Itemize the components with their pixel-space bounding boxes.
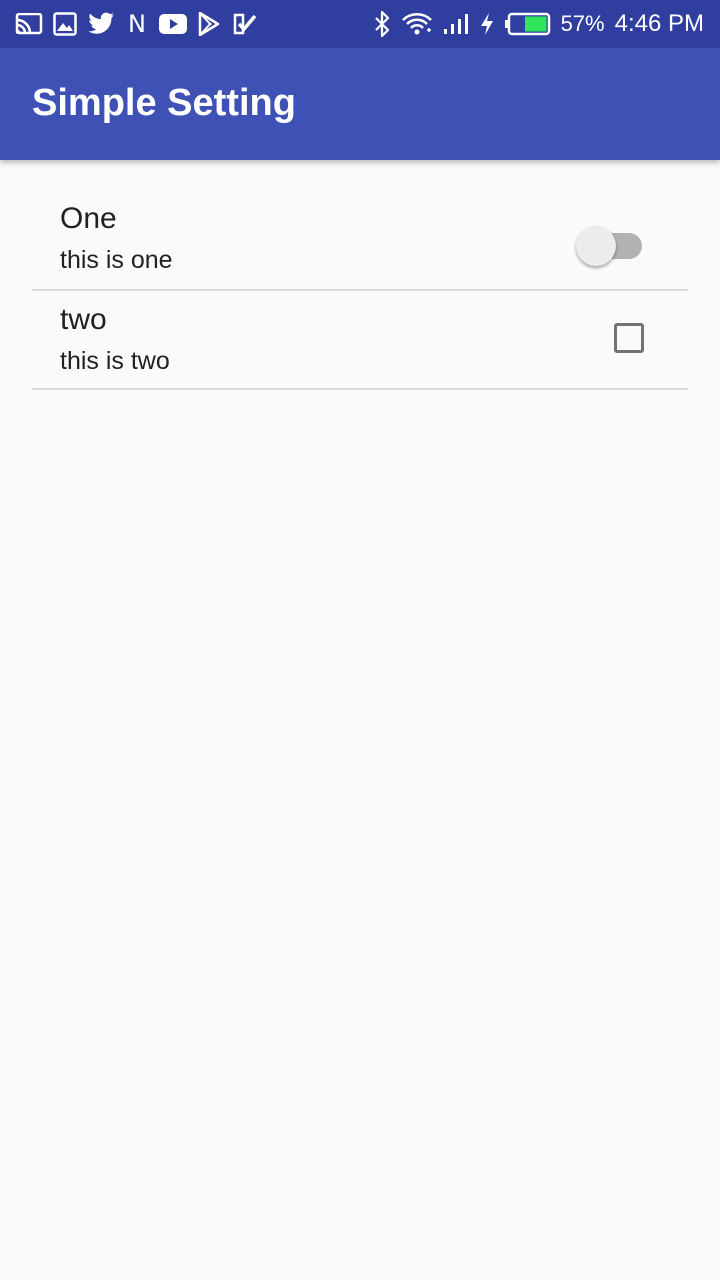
toggle-switch[interactable] bbox=[576, 224, 644, 266]
tasks-icon bbox=[230, 10, 260, 38]
netflix-icon: N bbox=[128, 10, 146, 38]
status-bar: N 57% 4:46 PM bbox=[0, 0, 720, 48]
preference-item-two[interactable]: two this is two bbox=[32, 291, 688, 390]
battery-percent: 57% bbox=[560, 11, 605, 36]
system-icons: 57% 4:46 PM bbox=[363, 8, 704, 40]
signal-icon bbox=[443, 9, 469, 39]
page-title: Simple Setting bbox=[32, 82, 296, 124]
charging-icon bbox=[479, 9, 495, 39]
play-store-icon bbox=[194, 10, 224, 38]
wifi-icon bbox=[401, 9, 433, 39]
checkbox[interactable] bbox=[614, 323, 644, 353]
notification-icons: N bbox=[14, 10, 266, 38]
switch-thumb bbox=[576, 226, 616, 266]
twitter-icon bbox=[86, 10, 116, 38]
preference-summary: this is two bbox=[60, 347, 170, 375]
cast-icon bbox=[14, 10, 44, 38]
preference-title: One bbox=[60, 202, 117, 235]
bluetooth-icon bbox=[373, 9, 391, 39]
preference-item-one[interactable]: One this is one bbox=[32, 192, 688, 291]
preference-summary: this is one bbox=[60, 246, 173, 274]
battery-icon bbox=[504, 9, 551, 39]
preference-title: two bbox=[60, 303, 107, 336]
clock: 4:46 PM bbox=[614, 10, 704, 37]
preference-list: One this is one two this is two bbox=[32, 192, 688, 390]
image-icon bbox=[50, 10, 80, 38]
youtube-icon bbox=[158, 10, 188, 38]
app-bar: Simple Setting bbox=[0, 48, 720, 160]
